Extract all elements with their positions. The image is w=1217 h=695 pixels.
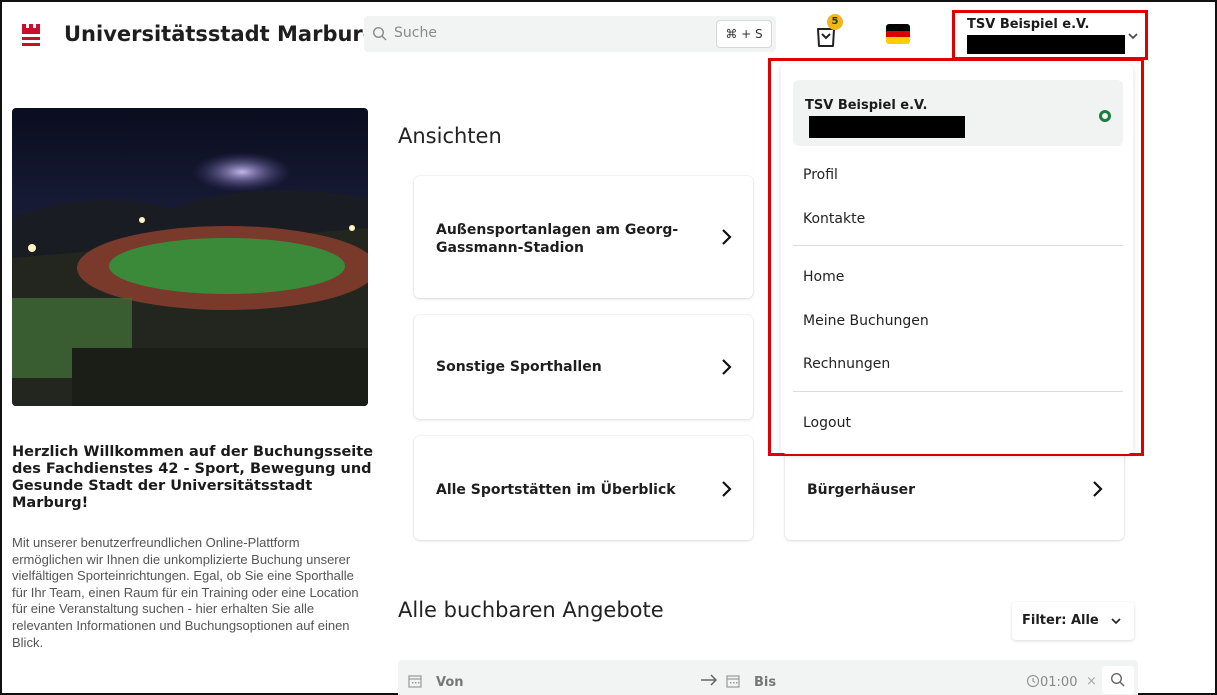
menu-divider <box>793 391 1123 392</box>
chevron-down-icon <box>1111 618 1121 625</box>
filter-dropdown[interactable]: Filter: Alle <box>1012 602 1134 640</box>
account-switcher-item[interactable]: TSV Beispiel e.V. <box>793 80 1123 146</box>
date-range-bar: Von Bis 01:00 × <box>398 660 1138 695</box>
calendar-icon[interactable] <box>408 674 422 688</box>
menu-item-kontakte[interactable]: Kontakte <box>803 211 865 227</box>
view-card-label: Alle Sportstätten im Überblick <box>436 482 676 498</box>
menu-item-home[interactable]: Home <box>803 269 844 285</box>
redacted-account-email <box>809 116 965 138</box>
search-bar[interactable]: Suche <box>364 16 776 52</box>
views-heading: Ansichten <box>398 124 502 148</box>
brand-title[interactable]: Universitätsstadt Marburg <box>64 22 378 46</box>
view-card-label: Bürgerhäuser <box>807 482 916 498</box>
menu-item-meine-buchungen[interactable]: Meine Buchungen <box>803 313 929 329</box>
redacted-email <box>967 35 1125 54</box>
stadium-hero-image <box>12 108 368 406</box>
menu-item-profil[interactable]: Profil <box>803 167 838 183</box>
view-card-sporthallen[interactable]: Sonstige Sporthallen <box>414 315 753 419</box>
welcome-text: Mit unserer benutzerfreundlichen Online-… <box>12 535 359 650</box>
date-search-button[interactable] <box>1102 666 1134 694</box>
clear-icon[interactable]: × <box>1086 674 1097 689</box>
search-icon <box>372 26 387 41</box>
offers-heading: Alle buchbaren Angebote <box>398 598 664 622</box>
marburg-logo-icon[interactable] <box>20 22 42 50</box>
menu-item-logout[interactable]: Logout <box>803 415 851 431</box>
account-name: TSV Beispiel e.V. <box>805 98 928 113</box>
chevron-right-icon <box>722 359 732 375</box>
chevron-right-icon <box>722 481 732 497</box>
chevron-down-icon <box>1128 33 1138 40</box>
german-flag-icon[interactable] <box>886 24 910 44</box>
cart-count-badge: 5 <box>827 14 843 30</box>
view-card-alle-sportstaetten[interactable]: Alle Sportstätten im Überblick <box>414 436 753 540</box>
view-card-label: Sonstige Sporthallen <box>436 359 602 375</box>
calendar-icon[interactable] <box>726 674 740 688</box>
duration-field[interactable]: 01:00 <box>1040 675 1077 690</box>
welcome-heading: Herzlich Willkommen auf der Buchungsseit… <box>12 444 374 511</box>
menu-divider <box>793 245 1123 246</box>
clock-icon <box>1026 674 1040 688</box>
active-status-icon <box>1099 110 1111 122</box>
user-menu-button[interactable]: TSV Beispiel e.V. <box>952 10 1148 60</box>
dropdown-panel: TSV Beispiel e.V. Profil Kontakte Home M… <box>781 64 1133 454</box>
filter-label: Filter: Alle <box>1022 613 1099 628</box>
user-dropdown-menu: TSV Beispiel e.V. Profil Kontakte Home M… <box>768 58 1144 456</box>
chevron-right-icon <box>722 229 732 245</box>
search-icon <box>1110 672 1125 687</box>
search-placeholder: Suche <box>394 25 437 41</box>
menu-item-rechnungen[interactable]: Rechnungen <box>803 356 890 372</box>
top-header: Universitätsstadt Marburg Suche ⌘ + S 5 … <box>2 2 1215 64</box>
view-card-aussensport[interactable]: Außensportanlagen am Georg-Gassmann-Stad… <box>414 176 753 298</box>
view-card-label: Außensportanlagen am Georg-Gassmann-Stad… <box>436 222 679 256</box>
date-from-field[interactable]: Von <box>436 675 464 690</box>
date-to-field[interactable]: Bis <box>754 675 776 690</box>
user-name: TSV Beispiel e.V. <box>967 17 1090 32</box>
arrow-right-icon <box>701 674 718 686</box>
search-shortcut-hint: ⌘ + S <box>716 20 772 48</box>
chevron-right-icon <box>1093 481 1103 497</box>
